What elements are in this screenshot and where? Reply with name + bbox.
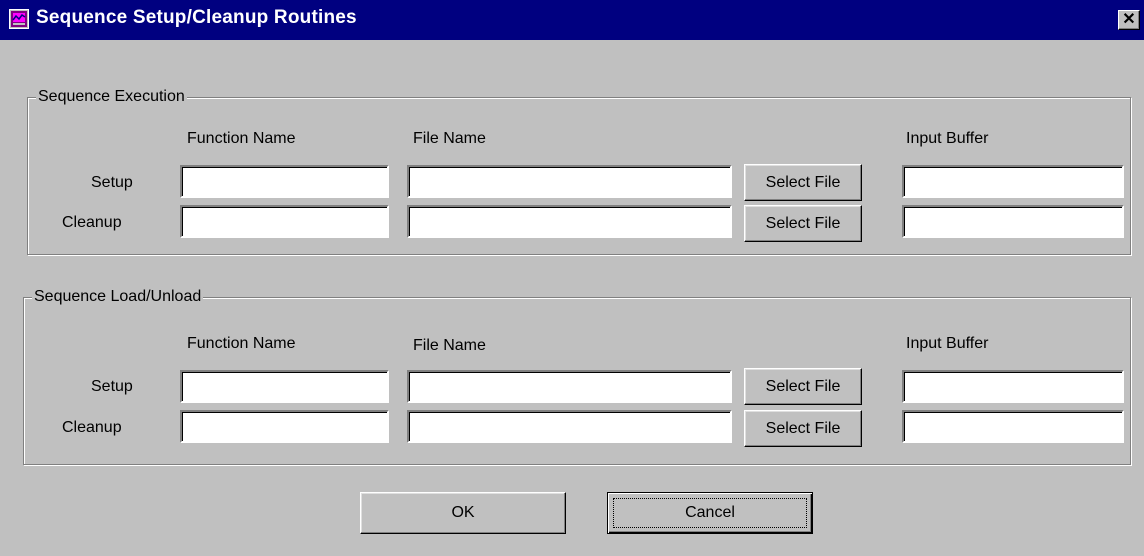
- setup-file-name-input[interactable]: [407, 165, 732, 198]
- cleanup-label: Cleanup: [62, 419, 122, 436]
- load-setup-input-buffer-input[interactable]: [902, 370, 1124, 403]
- load-setup-select-file-button[interactable]: Select File: [744, 368, 862, 405]
- ok-button[interactable]: OK: [360, 492, 566, 534]
- input-buffer-header: Input Buffer: [906, 130, 989, 147]
- input-buffer-header: Input Buffer: [906, 335, 989, 352]
- load-cleanup-file-name-input[interactable]: [407, 410, 732, 443]
- load-cleanup-input-buffer-input[interactable]: [902, 410, 1124, 443]
- function-name-header: Function Name: [187, 335, 296, 352]
- title-bar[interactable]: Sequence Setup/Cleanup Routines ✕: [0, 0, 1144, 40]
- group-label: Sequence Execution: [36, 87, 187, 107]
- file-name-header: File Name: [413, 130, 486, 147]
- setup-label: Setup: [91, 378, 133, 395]
- setup-input-buffer-input[interactable]: [902, 165, 1124, 198]
- file-name-header: File Name: [413, 337, 486, 354]
- cancel-button[interactable]: Cancel: [607, 492, 813, 534]
- setup-select-file-button[interactable]: Select File: [744, 164, 862, 201]
- load-cleanup-select-file-button[interactable]: Select File: [744, 410, 862, 447]
- cleanup-input-buffer-input[interactable]: [902, 205, 1124, 238]
- load-setup-file-name-input[interactable]: [407, 370, 732, 403]
- setup-label: Setup: [91, 174, 133, 191]
- cleanup-label: Cleanup: [62, 214, 122, 231]
- app-icon: [9, 9, 29, 29]
- setup-function-name-input[interactable]: [180, 165, 389, 198]
- function-name-header: Function Name: [187, 130, 296, 147]
- close-icon: ✕: [1122, 11, 1136, 28]
- focus-rectangle: [613, 498, 807, 528]
- load-cleanup-function-name-input[interactable]: [180, 410, 389, 443]
- cleanup-function-name-input[interactable]: [180, 205, 389, 238]
- cleanup-select-file-button[interactable]: Select File: [744, 205, 862, 242]
- window-title: Sequence Setup/Cleanup Routines: [36, 7, 357, 28]
- group-label: Sequence Load/Unload: [32, 287, 204, 307]
- dialog-window: Sequence Setup/Cleanup Routines ✕ Sequen…: [0, 0, 1144, 556]
- cleanup-file-name-input[interactable]: [407, 205, 732, 238]
- close-button[interactable]: ✕: [1118, 10, 1140, 30]
- load-setup-function-name-input[interactable]: [180, 370, 389, 403]
